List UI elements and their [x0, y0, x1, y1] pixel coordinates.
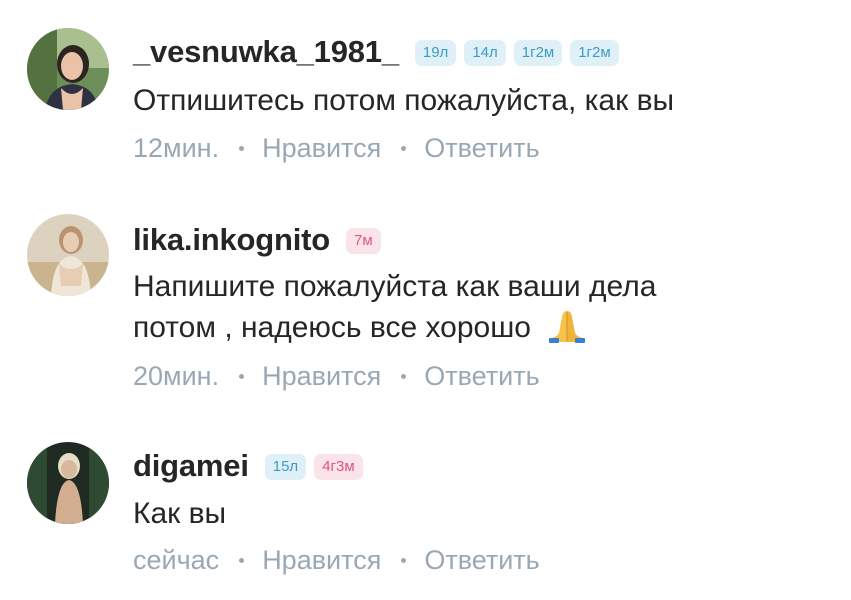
- avatar[interactable]: [27, 214, 109, 296]
- age-badge: 1г2м: [513, 40, 563, 66]
- avatar[interactable]: [27, 442, 109, 524]
- separator-dot: [239, 374, 245, 379]
- separator-dot: [401, 374, 407, 379]
- like-button[interactable]: Нравится: [262, 545, 381, 576]
- comment-text: Как вы: [133, 493, 226, 534]
- username[interactable]: digamei: [133, 448, 249, 484]
- like-button[interactable]: Нравится: [262, 361, 381, 392]
- timestamp: 20мин.: [133, 361, 220, 391]
- age-badge: 14л: [464, 40, 506, 66]
- username[interactable]: lika.inkognito: [133, 222, 330, 258]
- separator-dot: [239, 558, 245, 563]
- comment-meta: сейчас Нравится Ответить: [133, 545, 540, 576]
- like-button[interactable]: Нравится: [262, 133, 381, 164]
- reply-button[interactable]: Ответить: [424, 133, 539, 164]
- reply-button[interactable]: Ответить: [424, 361, 539, 392]
- timestamp: сейчас: [133, 545, 220, 575]
- age-badge: 15л: [264, 454, 307, 480]
- separator-dot: [401, 146, 407, 151]
- comment-text-line: Отпишитесь потом пожалуйста, как вы: [133, 84, 675, 117]
- reply-button[interactable]: Ответить: [424, 545, 539, 576]
- avatar[interactable]: [27, 28, 109, 110]
- comment-text: Напишите пожалуйста как ваши дела потом …: [133, 266, 656, 354]
- separator-dot: [239, 146, 245, 151]
- comment-meta: 20мин. Нравится Ответить: [133, 361, 540, 392]
- comment-meta: 12мин. Нравится Ответить: [133, 133, 540, 164]
- folded-hands-icon: [547, 307, 587, 354]
- age-badge: 7м: [346, 228, 381, 254]
- comment-text-line: Напишите пожалуйста как ваши дела: [133, 270, 657, 303]
- username[interactable]: _vesnuwka_1981_: [133, 34, 399, 70]
- timestamp: 12мин.: [133, 133, 220, 163]
- comment-text-line: Как вы: [133, 497, 227, 530]
- age-badge: 4г3м: [314, 454, 363, 480]
- age-badge: 19л: [414, 40, 457, 66]
- comment-text: Отпишитесь потом пожалуйста, как вы: [133, 80, 674, 121]
- comment-text-line: потом , надеюсь все хорошо: [133, 311, 531, 344]
- separator-dot: [401, 558, 407, 563]
- age-badge: 1г2м: [570, 40, 619, 66]
